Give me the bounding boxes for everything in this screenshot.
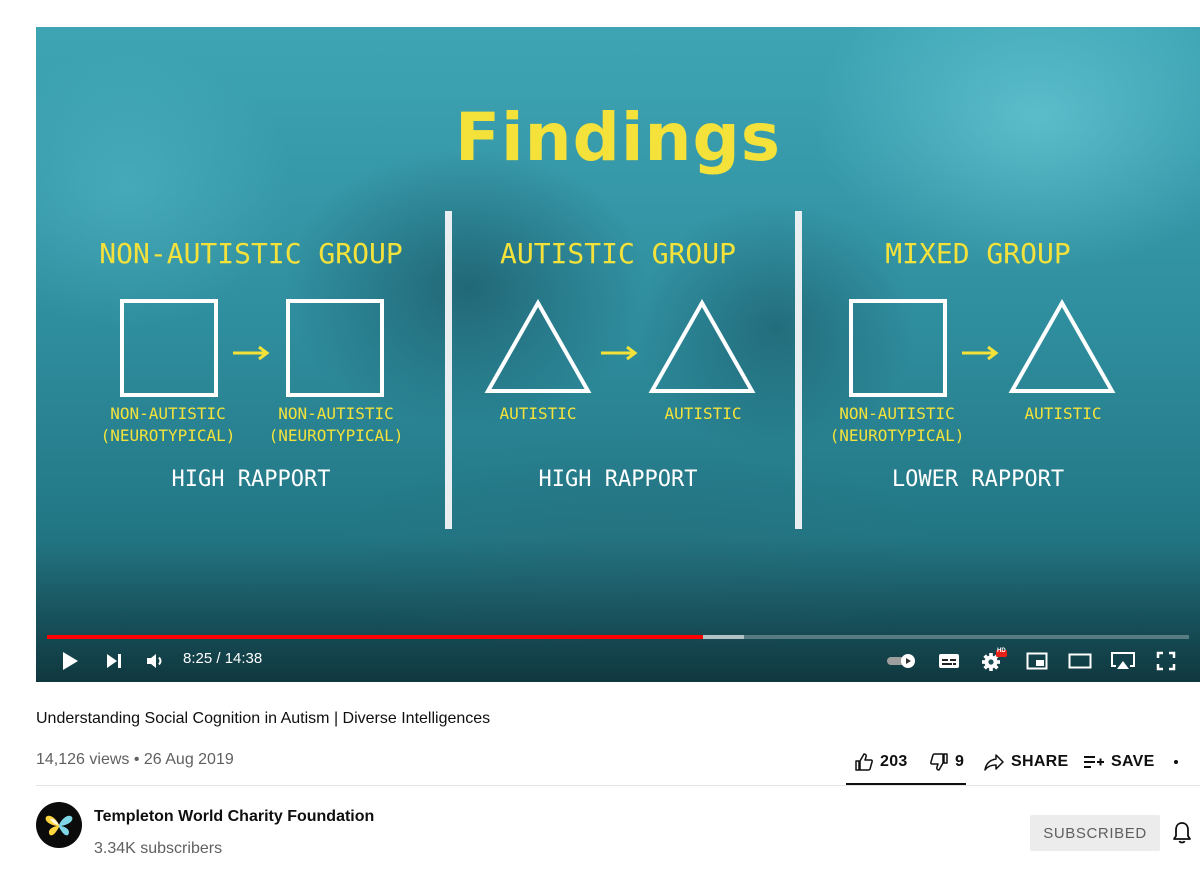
rapport-label: LOWER RAPPORT (891, 467, 1065, 492)
subscribed-button[interactable]: SUBSCRIBED (1030, 815, 1160, 851)
node-label: NON-AUTISTIC (NEUROTYPICAL) (98, 403, 238, 447)
autoplay-toggle-icon (887, 654, 915, 668)
cast-button[interactable] (1109, 647, 1137, 675)
volume-icon (147, 654, 162, 668)
subscriber-count: 3.34K subscribers (94, 840, 223, 857)
share-button[interactable]: SHARE (983, 747, 1069, 777)
fullscreen-icon (1156, 651, 1176, 671)
autistic-triangle-shape (1008, 299, 1116, 393)
butterfly-logo-icon (45, 815, 73, 836)
section-divider (36, 785, 1200, 786)
non-autistic-square-shape (286, 299, 384, 397)
non-autistic-square-shape (120, 299, 218, 397)
video-title: Understanding Social Cognition in Autism… (36, 710, 491, 727)
subtitles-icon (939, 654, 959, 668)
next-button[interactable] (102, 647, 126, 675)
node-label: AUTISTIC (499, 404, 577, 423)
progress-bar[interactable] (47, 635, 1189, 639)
hd-badge: HD (997, 648, 1006, 654)
next-icon (107, 654, 121, 668)
rapport-label: HIGH RAPPORT (538, 467, 698, 492)
thumbs-down-icon (930, 753, 948, 771)
autistic-triangle-shape (484, 299, 592, 393)
save-button[interactable]: SAVE (1083, 747, 1155, 777)
node-label-line: NON-AUTISTIC (278, 404, 394, 423)
time-display: 8:25 / 14:38 (183, 650, 263, 667)
channel-avatar[interactable] (36, 802, 82, 848)
rapport-label: HIGH RAPPORT (171, 467, 331, 492)
node-label-line: (NEUROTYPICAL) (829, 426, 965, 445)
miniplayer-button[interactable] (1024, 647, 1050, 675)
arrow-right-icon (962, 345, 999, 361)
non-autistic-square-shape (849, 299, 947, 397)
slide-divider (795, 211, 802, 529)
arrow-right-icon (233, 345, 270, 361)
volume-button[interactable] (144, 647, 168, 675)
node-label: NON-AUTISTIC (NEUROTYPICAL) (266, 403, 406, 447)
view-count-date: 14,126 views • 26 Aug 2019 (36, 751, 234, 768)
cast-icon (1111, 652, 1135, 669)
node-label: NON-AUTISTIC (NEUROTYPICAL) (827, 403, 967, 447)
group-title-non-autistic: NON-AUTISTIC GROUP (99, 237, 403, 270)
node-label: AUTISTIC (1024, 404, 1102, 423)
group-title-autistic: AUTISTIC GROUP (499, 237, 736, 270)
progress-played (47, 635, 703, 639)
more-actions-button[interactable] (1172, 747, 1186, 777)
theater-mode-icon (1068, 653, 1092, 669)
fullscreen-button[interactable] (1154, 647, 1178, 675)
autoplay-toggle[interactable] (885, 647, 919, 675)
like-count: 203 (880, 753, 908, 770)
notification-bell-icon[interactable] (1171, 821, 1193, 845)
save-label: SAVE (1111, 753, 1155, 770)
like-button[interactable]: 203 (854, 747, 908, 777)
node-label-line: (NEUROTYPICAL) (268, 426, 404, 445)
subtitles-button[interactable] (936, 647, 962, 675)
more-horizontal-icon (1174, 760, 1178, 764)
share-label: SHARE (1011, 753, 1069, 770)
slide-title: Findings (454, 99, 782, 176)
node-label-line: NON-AUTISTIC (110, 404, 226, 423)
miniplayer-icon (1026, 652, 1048, 670)
theater-mode-button[interactable] (1066, 647, 1094, 675)
share-icon (984, 754, 1004, 771)
dislike-button[interactable]: 9 (929, 747, 964, 777)
node-label-line: (NEUROTYPICAL) (100, 426, 236, 445)
dislike-count: 9 (955, 753, 965, 770)
play-button[interactable] (58, 647, 82, 675)
thumbs-up-icon (855, 753, 873, 771)
playlist-add-icon (1084, 756, 1104, 768)
node-label: AUTISTIC (664, 404, 742, 423)
node-label-line: NON-AUTISTIC (839, 404, 955, 423)
video-player[interactable]: Findings NON-AUTISTIC GROUP NON-AUTISTIC… (36, 27, 1200, 682)
channel-name[interactable]: Templeton World Charity Foundation (94, 808, 374, 826)
play-icon (63, 652, 78, 670)
group-title-mixed: MIXED GROUP (885, 237, 1071, 270)
settings-button[interactable]: HD (980, 647, 1008, 675)
autistic-triangle-shape (648, 299, 756, 393)
arrow-right-icon (601, 345, 638, 361)
slide-divider (445, 211, 452, 529)
